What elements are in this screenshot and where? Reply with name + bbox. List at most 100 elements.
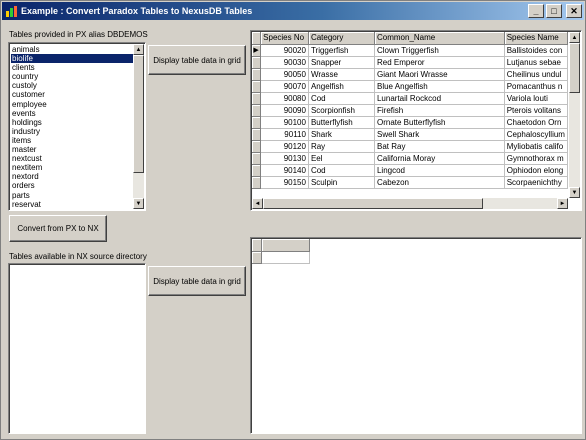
grid-cell[interactable]: 90070 [260,80,309,93]
grid-cell[interactable]: 90120 [260,140,309,153]
grid-cell[interactable]: Clown Triggerfish [374,44,505,57]
scroll-thumb[interactable] [569,43,580,93]
grid-cell[interactable]: Ray [308,140,375,153]
grid-cell[interactable]: 90100 [260,116,309,129]
table-row[interactable]: 90130 Eel California Moray Gymnothorax m [252,152,568,165]
grid-cell[interactable]: Scorpaenichthy [504,176,568,189]
grid-cell[interactable]: Scorpionfish [308,104,375,117]
grid-cell[interactable]: Chaetodon Orn [504,116,568,129]
grid-cell[interactable]: Lunartail Rockcod [374,92,505,105]
grid-cell[interactable]: 90030 [260,56,309,69]
scroll-thumb[interactable] [133,55,144,173]
grid-cell[interactable]: Wrasse [308,68,375,81]
scroll-left-icon[interactable]: ◄ [252,198,263,209]
grid-cell[interactable]: 90080 [260,92,309,105]
grid-cell[interactable]: Shark [308,128,375,141]
table-row[interactable]: 90120 Ray Bat Ray Myliobatis califo [252,140,568,153]
scroll-down-icon[interactable]: ▼ [133,198,144,209]
grid-cell[interactable]: Variola louti [504,92,568,105]
list-item[interactable]: nextord [11,172,133,181]
grid-cell[interactable]: Cabezon [374,176,505,189]
list-item[interactable]: nextitem [11,163,133,172]
grid-cell[interactable]: 90050 [260,68,309,81]
grid-cell[interactable]: Butterflyfish [308,116,375,129]
list-item[interactable]: biolife [11,54,133,64]
grid-cell[interactable]: Red Emperor [374,56,505,69]
display-nx-table-button[interactable]: Display table data in grid [148,266,246,296]
grid-cell[interactable]: 90110 [260,128,309,141]
grid-cell[interactable]: Gymnothorax m [504,152,568,165]
table-row[interactable]: 90030 Snapper Red Emperor Lutjanus sebae [252,56,568,69]
close-button[interactable]: ✕ [566,4,582,18]
list-item[interactable]: industry [11,127,133,136]
grid-cell[interactable]: 90140 [260,164,309,177]
table-row[interactable]: 90110 Shark Swell Shark Cephaloscyllium [252,128,568,141]
grid-column-header[interactable]: Common_Name [374,32,505,45]
title-bar[interactable]: Example : Convert Paradox Tables to Nexu… [2,2,584,20]
grid-cell[interactable]: Lingcod [374,164,505,177]
list-item[interactable]: employee [11,100,133,109]
grid-cell[interactable]: Cephaloscyllium [504,128,568,141]
grid-cell[interactable]: Ornate Butterflyfish [374,116,505,129]
grid-cell[interactable]: Swell Shark [374,128,505,141]
convert-px-to-nx-button[interactable]: Convert from PX to NX [9,215,107,242]
table-row[interactable]: 90070 Angelfish Blue Angelfish Pomacanthus … [252,80,568,93]
nx-tables-listbox[interactable] [8,263,146,434]
px-data-grid[interactable]: Species No Category Common_Name Species Nam… [250,30,582,211]
maximize-button[interactable]: □ [546,4,562,18]
table-row[interactable]: 90080 Cod Lunartail Rockcod Variola louti [252,92,568,105]
table-row[interactable]: 90090 Scorpionfish Firefish Pterois volitan… [252,104,568,117]
grid-cell[interactable]: 90090 [260,104,309,117]
list-item[interactable]: nextcust [11,154,133,163]
minimize-button[interactable]: _ [528,4,544,18]
grid-cell[interactable]: Cod [308,164,375,177]
grid-cell[interactable]: Ballistoides con [504,44,568,57]
nx-data-grid[interactable] [250,237,582,434]
list-item[interactable]: reservat [11,200,133,208]
px-list-scrollbar[interactable]: ▲ ▼ [133,44,144,209]
scroll-up-icon[interactable]: ▲ [569,32,580,43]
grid-cell[interactable]: Cod [308,92,375,105]
grid-cell[interactable]: Triggerfish [308,44,375,57]
list-item[interactable]: events [11,109,133,118]
list-item[interactable]: items [11,136,133,145]
grid-cell[interactable]: Pterois volitans [504,104,568,117]
list-item[interactable]: country [11,72,133,81]
grid-cell[interactable]: 90150 [260,176,309,189]
list-item[interactable]: custoly [11,81,133,90]
scroll-right-icon[interactable]: ► [557,198,568,209]
scroll-up-icon[interactable]: ▲ [133,44,144,55]
grid-cell[interactable]: California Moray [374,152,505,165]
grid-cell[interactable]: Cheilinus undul [504,68,568,81]
grid-cell[interactable]: Giant Maori Wrasse [374,68,505,81]
table-row[interactable]: 90050 Wrasse Giant Maori Wrasse Cheilinus u… [252,68,568,81]
grid-column-header[interactable]: Species No [260,32,309,45]
list-item[interactable]: animals [11,45,133,54]
table-row[interactable]: 90100 Butterflyfish Ornate Butterflyfish Ch… [252,116,568,129]
grid-cell[interactable]: Blue Angelfish [374,80,505,93]
grid-cell[interactable]: 90130 [260,152,309,165]
px-grid-vscrollbar[interactable]: ▲ ▼ [569,32,580,198]
grid-cell[interactable]: Lutjanus sebae [504,56,568,69]
display-px-table-button[interactable]: Display table data in grid [148,45,246,75]
grid-column-header[interactable]: Species Name [504,32,568,45]
grid-cell[interactable]: Myliobatis califo [504,140,568,153]
list-item[interactable]: customer [11,90,133,99]
px-tables-listbox[interactable]: animals biolife clients country custoly custo… [8,42,146,211]
list-item[interactable]: clients [11,63,133,72]
grid-cell[interactable]: Eel [308,152,375,165]
grid-column-header[interactable]: Category [308,32,375,45]
list-item[interactable]: master [11,145,133,154]
scroll-thumb[interactable] [263,198,483,209]
grid-cell[interactable]: Firefish [374,104,505,117]
list-item[interactable]: orders [11,181,133,190]
table-row[interactable]: ▶ 90020 Triggerfish Clown Triggerfish Ballis… [252,44,568,57]
grid-cell[interactable]: Angelfish [308,80,375,93]
grid-cell[interactable]: Pomacanthus n [504,80,568,93]
px-grid-hscrollbar[interactable]: ◄ ► [252,198,568,209]
scroll-down-icon[interactable]: ▼ [569,187,580,198]
grid-cell[interactable]: 90020 [260,44,309,57]
list-item[interactable]: parts [11,191,133,200]
table-row[interactable]: 90140 Cod Lingcod Ophiodon elong [252,164,568,177]
grid-cell[interactable] [261,251,310,264]
